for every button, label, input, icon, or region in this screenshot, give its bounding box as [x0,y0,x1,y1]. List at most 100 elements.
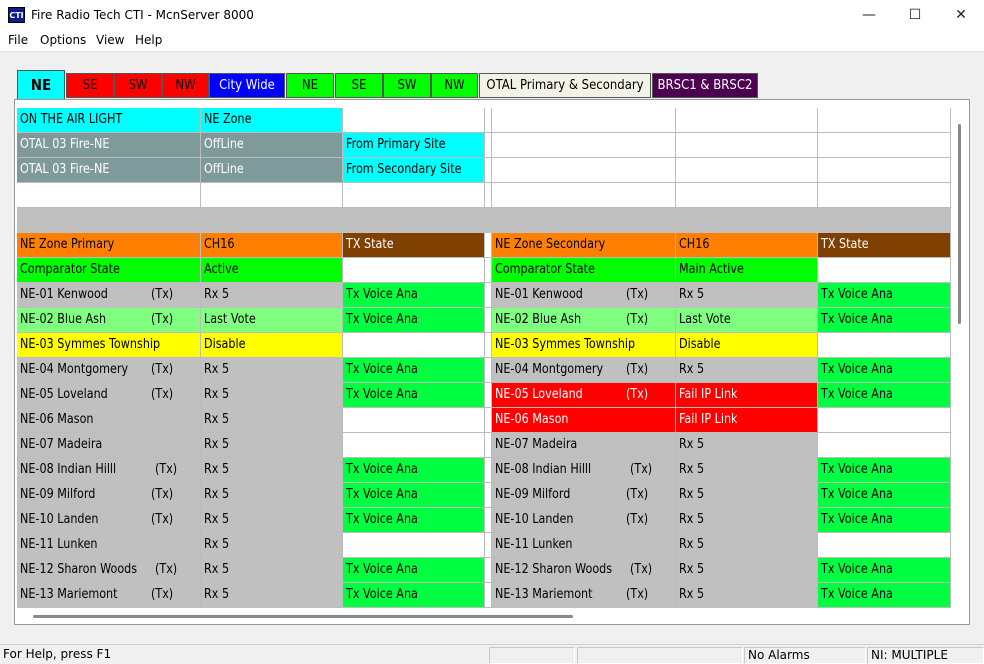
primary-site-row[interactable]: NE-07 Madeira [17,433,201,458]
section-gap [485,458,492,483]
primary-tx-state-cell [343,333,485,358]
primary-site-row[interactable]: NE-03 Symmes Township [17,333,201,358]
section-gap [485,533,492,558]
status-pane-empty-1 [489,647,575,664]
tab-se-6[interactable]: SE [335,73,383,98]
section-gap [485,408,492,433]
menu-file[interactable]: File [8,33,28,47]
primary-site-row[interactable]: NE-04 Montgomery (Tx) [17,358,201,383]
secondary-site-row[interactable]: NE-05 Loveland (Tx) [492,383,676,408]
top-row-0-col-0: ON THE AIR LIGHT [17,108,201,133]
primary-site-row-text: NE-11 Lunken [20,537,98,552]
top-row-2-empty-1 [492,158,676,183]
vertical-scrollbar[interactable] [955,108,965,608]
top-row-3-empty-1 [492,183,676,208]
primary-tx-state-cell [343,408,485,433]
primary-site-row[interactable]: NE-09 Milford (Tx) [17,483,201,508]
secondary-status-cell: Rx 5 [676,558,818,583]
tab-sw-7[interactable]: SW [383,73,431,98]
menu-options[interactable]: Options [40,33,86,47]
tab-brsc1-brsc2-10[interactable]: BRSC1 & BRSC2 [652,73,758,98]
tab-nw-3[interactable]: NW [162,73,209,98]
primary-site-row[interactable]: NE-11 Lunken [17,533,201,558]
section-gap [485,333,492,358]
top-row-1-empty-1 [492,133,676,158]
primary-tx-state-cell [343,433,485,458]
secondary-status-cell: Disable [676,333,818,358]
tx-indicator: (Tx) [151,512,174,527]
secondary-site-row[interactable]: NE-09 Milford (Tx) [492,483,676,508]
top-row-1-col-2-text: From Primary Site [346,137,446,152]
primary-site-row-text: NE-12 Sharon Woods [20,562,138,577]
primary-site-row[interactable]: NE-01 Kenwood (Tx) [17,283,201,308]
secondary-site-row[interactable]: NE-11 Lunken [492,533,676,558]
tab-se-1[interactable]: SE [66,73,114,98]
secondary-site-row[interactable]: NE-08 Indian Hilll (Tx) [492,458,676,483]
secondary-site-row[interactable]: NE-03 Symmes Township [492,333,676,358]
secondary-tx-state-cell: Tx Voice Ana [818,308,951,333]
primary-site-row-text: NE-10 Landen [20,512,99,527]
primary-site-row[interactable]: NE-02 Blue Ash (Tx) [17,308,201,333]
primary-tx-state-cell: Tx Voice Ana [343,583,485,608]
title-bar: CTI Fire Radio Tech CTI - McnServer 8000… [0,0,984,30]
secondary-site-row[interactable]: NE-01 Kenwood (Tx) [492,283,676,308]
top-row-0-empty-0 [485,108,492,133]
secondary-tx-state-cell-text: Tx Voice Ana [821,312,893,327]
primary-site-row[interactable]: NE-08 Indian Hilll (Tx) [17,458,201,483]
minimize-button[interactable]: — [846,0,892,30]
secondary-site-row[interactable]: NE-12 Sharon Woods (Tx) [492,558,676,583]
tx-indicator: (Tx) [626,287,649,302]
primary-site-row-text: NE-02 Blue Ash [20,312,107,327]
section-gap [485,508,492,533]
secondary-site-row[interactable]: NE-10 Landen (Tx) [492,508,676,533]
primary-site-row[interactable]: NE-10 Landen (Tx) [17,508,201,533]
close-button[interactable]: ✕ [938,0,984,30]
status-pane-empty-2 [577,647,743,664]
tab-city-wide-4[interactable]: City Wide [209,73,285,98]
secondary-site-row-text: NE-13 Mariemont [495,587,593,602]
secondary-site-row[interactable]: NE-04 Montgomery (Tx) [492,358,676,383]
secondary-site-row-text: NE-10 Landen [495,512,574,527]
secondary-site-row[interactable]: NE-06 Mason [492,408,676,433]
top-row-1-empty-0 [485,133,492,158]
tab-sw-2[interactable]: SW [114,73,162,98]
primary-tx-state-cell-text: Tx Voice Ana [346,512,418,527]
secondary-site-row[interactable]: NE-07 Madeira [492,433,676,458]
primary-site-row[interactable]: NE-05 Loveland (Tx) [17,383,201,408]
primary-status-cell-text: Rx 5 [204,562,230,577]
primary-site-row[interactable]: NE-06 Mason [17,408,201,433]
tx-indicator: (Tx) [151,312,174,327]
vertical-scroll-thumb[interactable] [958,124,961,324]
horizontal-scrollbar[interactable] [17,609,951,621]
primary-status-cell: Rx 5 [201,408,343,433]
secondary-tx-state-cell [818,408,951,433]
secondary-status-cell: Fail IP Link [676,383,818,408]
primary-status-cell-text: Rx 5 [204,287,230,302]
tx-indicator: (Tx) [626,587,649,602]
primary-tx-state-cell: Tx Voice Ana [343,508,485,533]
menu-view[interactable]: View [96,33,124,47]
secondary-header-col-2: TX State [818,233,951,258]
maximize-button[interactable]: ☐ [892,0,938,30]
primary-site-row[interactable]: NE-12 Sharon Woods (Tx) [17,558,201,583]
tab-otal-primary-secondary-9[interactable]: OTAL Primary & Secondary [479,73,651,98]
secondary-site-row[interactable]: NE-13 Mariemont (Tx) [492,583,676,608]
top-row-2-col-2-text: From Secondary Site [346,162,462,177]
tx-indicator: (Tx) [151,387,174,402]
window-title: Fire Radio Tech CTI - McnServer 8000 [31,8,254,22]
tab-ne-5[interactable]: NE [286,73,334,98]
tab-nw-8[interactable]: NW [431,73,478,98]
top-row-1-col-1-text: OffLine [204,137,244,152]
tx-indicator: (Tx) [155,462,178,477]
primary-site-row[interactable]: NE-13 Mariemont (Tx) [17,583,201,608]
tx-indicator: (Tx) [626,362,649,377]
secondary-tx-state-cell: Tx Voice Ana [818,558,951,583]
secondary-site-row[interactable]: NE-02 Blue Ash (Tx) [492,308,676,333]
section-separator [17,208,951,233]
horizontal-scroll-thumb[interactable] [33,615,573,618]
tab-ne-0[interactable]: NE [17,70,65,99]
secondary-site-row-text: NE-08 Indian Hilll [495,462,592,477]
top-row-1-empty-2 [676,133,818,158]
menu-help[interactable]: Help [135,33,162,47]
primary-status-cell: Rx 5 [201,283,343,308]
